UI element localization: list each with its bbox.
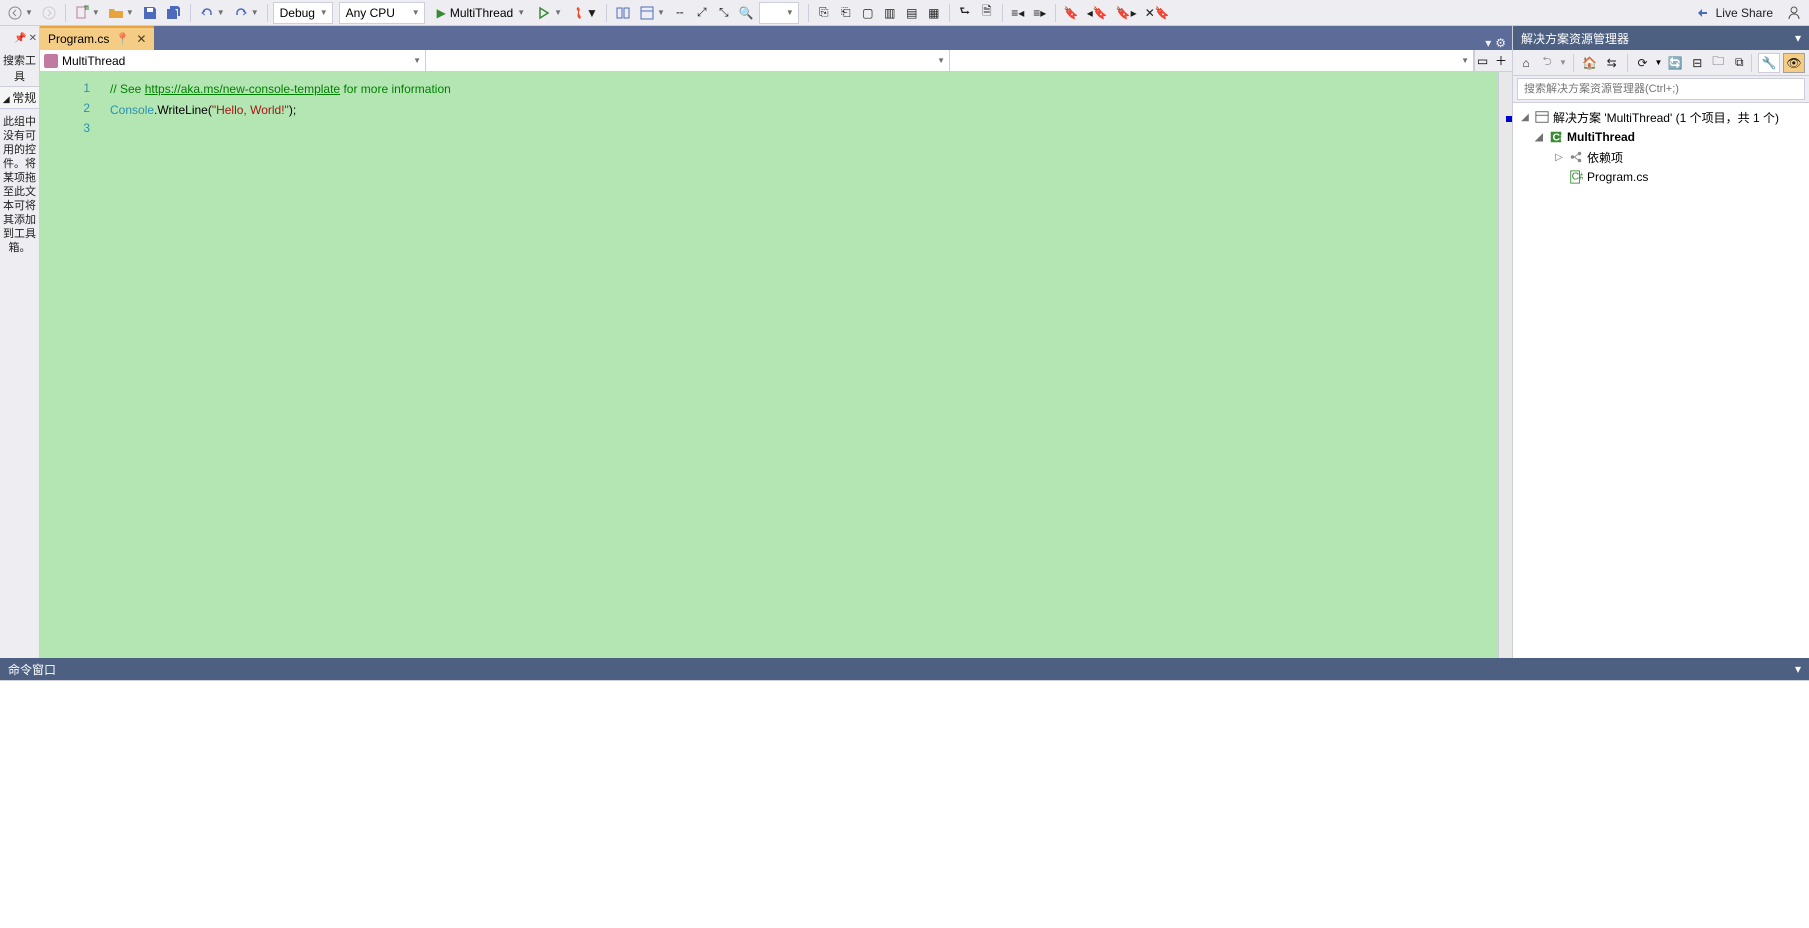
zoom-in-icon[interactable]: ⤢: [692, 2, 712, 24]
sol-switch-icon[interactable]: ⇆: [1603, 53, 1621, 73]
editor-nav-bar: MultiThread ▼ ▼ ▼ ▭ ＋: [40, 50, 1512, 72]
svg-text:C#: C#: [1572, 171, 1583, 183]
solution-toolbar: ⌂ ⮌ ▼ 🏠 ⇆ ⟳▼ 🔄 ⊟ 🗀 ⧉ 🔧 👁: [1513, 50, 1809, 76]
nav-fwd-button[interactable]: [38, 2, 60, 24]
output-panel-title[interactable]: 命令窗口▾: [0, 658, 1809, 680]
caret-marker: [1506, 116, 1512, 122]
nav-back-button[interactable]: ▼: [4, 2, 36, 24]
sol-properties-icon[interactable]: 🔧: [1758, 53, 1780, 73]
dependencies-icon: [1569, 150, 1583, 164]
program-cs-node[interactable]: · C# Program.cs: [1513, 167, 1809, 187]
live-share-button[interactable]: Live Share: [1686, 5, 1781, 21]
sol-showall-icon[interactable]: 🗀: [1709, 53, 1727, 73]
sol-back-icon[interactable]: ⮌: [1538, 53, 1556, 73]
magnify-icon[interactable]: 🔍: [736, 2, 757, 24]
nav-add-icon[interactable]: ＋: [1490, 50, 1512, 71]
reformat-icon[interactable]: 🗎: [977, 2, 997, 24]
align-icon[interactable]: ╌: [670, 2, 690, 24]
step-over-icon[interactable]: [612, 2, 634, 24]
nav-type-combo[interactable]: ▼: [426, 50, 950, 71]
clear-bookmarks-icon[interactable]: ✕🔖: [1142, 2, 1173, 24]
dependencies-node[interactable]: ▷ 依赖项: [1513, 147, 1809, 167]
new-item-button[interactable]: ▼: [71, 2, 103, 24]
sol-copy-icon[interactable]: ⧉: [1730, 53, 1748, 73]
platform-combo[interactable]: Any CPU▼: [339, 2, 425, 24]
tab-program-cs[interactable]: Program.cs 📍 ✕: [40, 26, 154, 50]
comment-icon[interactable]: ⎘: [814, 2, 834, 24]
csharp-file-icon: C#: [1569, 170, 1583, 184]
toolbox-pin-icon[interactable]: 📌: [14, 33, 26, 44]
csharp-project-icon: C#: [1549, 130, 1563, 144]
square-icon[interactable]: ▢: [858, 2, 878, 24]
solution-icon: [1535, 110, 1549, 124]
project-node[interactable]: ◢ C# MultiThread: [1513, 127, 1809, 147]
pin-icon[interactable]: 📍: [115, 32, 130, 46]
sol-preview-icon[interactable]: 👁: [1783, 53, 1805, 73]
outdent-icon[interactable]: ≡◂: [1008, 2, 1028, 24]
start-debug-button[interactable]: ▶MultiThread▼: [431, 2, 532, 24]
output-panel[interactable]: [0, 680, 1809, 928]
bookmark-icon[interactable]: 🔖: [1061, 2, 1082, 24]
indent-icon[interactable]: ≡▸: [1030, 2, 1050, 24]
tab-settings-icon[interactable]: ⚙: [1495, 36, 1506, 50]
toolbox-group-general[interactable]: ◢ 常规: [0, 86, 39, 109]
main-toolbar: ▼ ▼ ▼ ▼ ▼ Debug▼ Any CPU▼ ▶MultiThread▼ …: [0, 0, 1809, 26]
redo-button[interactable]: ▼: [230, 2, 262, 24]
svg-text:C#: C#: [1553, 132, 1564, 144]
zoom-combo[interactable]: ▼: [759, 2, 799, 24]
windows-layout-icon[interactable]: ▼: [636, 2, 668, 24]
document-tabstrip: Program.cs 📍 ✕ ▾ ⚙: [40, 26, 1512, 50]
open-item-button[interactable]: ▼: [105, 2, 137, 24]
cols-icon[interactable]: ▤: [902, 2, 922, 24]
nav-member-combo[interactable]: ▼: [950, 50, 1474, 71]
csharp-project-icon: [44, 54, 58, 68]
sol-refresh-icon[interactable]: 🔄: [1665, 53, 1685, 73]
solution-search-input[interactable]: [1524, 83, 1798, 95]
start-nodebug-button[interactable]: ▼: [533, 2, 565, 24]
account-icon[interactable]: [1783, 2, 1805, 24]
zoom-out-icon[interactable]: ⤡: [714, 2, 734, 24]
nav-project-combo[interactable]: MultiThread ▼: [40, 50, 426, 71]
undo-button[interactable]: ▼: [196, 2, 228, 24]
uncomment-icon[interactable]: ⎗: [836, 2, 856, 24]
toolbox-close-icon[interactable]: ✕: [29, 33, 37, 44]
solution-root-node[interactable]: ◢ 解决方案 'MultiThread' (1 个项目，共 1 个): [1513, 107, 1809, 127]
nav-split-icon[interactable]: ▭: [1474, 50, 1490, 71]
save-all-button[interactable]: [163, 2, 185, 24]
grid-icon[interactable]: ▦: [924, 2, 944, 24]
sol-house-icon[interactable]: 🏠: [1580, 53, 1600, 73]
sol-home-icon[interactable]: ⌂: [1517, 53, 1535, 73]
config-combo[interactable]: Debug▼: [273, 2, 333, 24]
close-icon[interactable]: ✕: [136, 32, 146, 46]
tab-label: Program.cs: [48, 32, 109, 46]
sol-sync-icon[interactable]: ⟳: [1634, 53, 1652, 73]
prev-bookmark-icon[interactable]: ◂🔖: [1084, 2, 1111, 24]
toolbox-search-label: 搜索工具: [0, 50, 39, 86]
sol-collapse-icon[interactable]: ⊟: [1688, 53, 1706, 73]
save-button[interactable]: [139, 2, 161, 24]
solution-search[interactable]: [1517, 78, 1805, 100]
bars-icon[interactable]: ▥: [880, 2, 900, 24]
cursor-icon[interactable]: ⮑: [955, 2, 975, 24]
hot-reload-button[interactable]: ▼: [567, 2, 601, 24]
next-bookmark-icon[interactable]: 🔖▸: [1113, 2, 1140, 24]
solution-explorer-title[interactable]: 解决方案资源管理器▾: [1513, 26, 1809, 50]
tab-dropdown-icon[interactable]: ▾: [1485, 36, 1491, 50]
